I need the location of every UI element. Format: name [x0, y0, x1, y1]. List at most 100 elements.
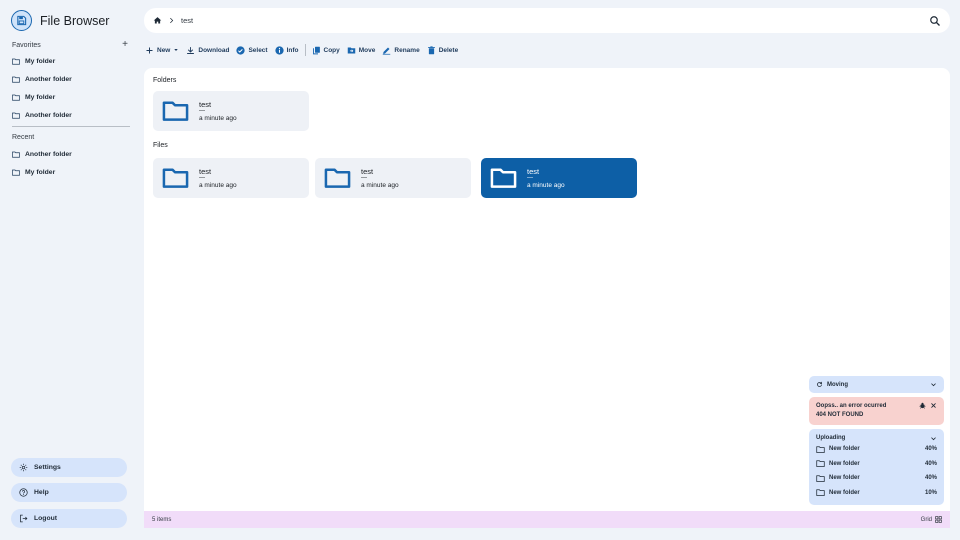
select-button[interactable]: Select — [236, 45, 268, 55]
gear-icon — [19, 463, 28, 472]
info-label: Info — [286, 46, 299, 54]
recent-item-label: Another folder — [25, 150, 72, 158]
top-bar: test — [144, 8, 950, 33]
folder-icon — [490, 168, 517, 188]
check-circle-icon — [236, 45, 246, 55]
settings-label: Settings — [34, 464, 61, 471]
move-button[interactable]: Move — [347, 46, 375, 55]
upload-progress: 40% — [924, 460, 937, 467]
files-heading: Files — [153, 142, 168, 149]
favorite-item-label: My folder — [25, 57, 56, 65]
favorite-item-label: Another folder — [25, 111, 72, 119]
error-message: 404 NOT FOUND — [816, 412, 864, 418]
chevron-right-icon — [170, 17, 174, 24]
home-icon[interactable] — [153, 16, 162, 25]
file-card[interactable]: test — a minute ago — [315, 158, 471, 198]
plus-icon — [146, 47, 153, 53]
view-mode-label: Grid — [920, 516, 932, 523]
logout-label: Logout — [34, 515, 58, 522]
action-toolbar: New Download Select Info Copy Move Renam… — [145, 44, 465, 56]
sidebar-divider — [12, 126, 130, 127]
favorite-item[interactable]: Another folder — [12, 70, 130, 88]
info-button[interactable]: Info — [274, 45, 299, 55]
folder-card[interactable]: test — a minute ago — [153, 91, 309, 131]
breadcrumb-current[interactable]: test — [181, 16, 193, 25]
file-browser-logo-icon — [11, 10, 32, 31]
folder-icon — [162, 101, 189, 121]
folder-outline-icon — [12, 58, 20, 65]
logout-icon — [20, 514, 28, 523]
folder-icon — [324, 168, 351, 188]
folder-outline-icon — [12, 169, 20, 176]
upload-progress: 10% — [924, 489, 937, 496]
select-label: Select — [248, 46, 268, 54]
favorite-item[interactable]: My folder — [12, 88, 130, 106]
copy-button[interactable]: Copy — [312, 46, 340, 55]
search-icon[interactable] — [929, 15, 941, 27]
file-card[interactable]: test — a minute ago — [153, 158, 309, 198]
item-modified: a minute ago — [199, 114, 237, 122]
recent-item[interactable]: Another folder — [12, 145, 130, 163]
caret-down-icon — [174, 49, 179, 51]
folder-icon — [162, 168, 189, 188]
item-modified: a minute ago — [199, 181, 237, 189]
upload-item: New folder 40% — [816, 457, 937, 472]
upload-item-name: New folder — [829, 475, 860, 482]
delete-label: Delete — [438, 46, 459, 54]
folder-outline-icon — [12, 94, 20, 101]
rename-label: Rename — [394, 46, 420, 54]
item-modified: a minute ago — [527, 181, 565, 189]
info-icon — [274, 45, 284, 55]
rename-button[interactable]: Rename — [382, 46, 420, 55]
favorite-item-label: My folder — [25, 93, 56, 101]
recent-item[interactable]: My folder — [12, 163, 130, 181]
add-favorite-plus-icon[interactable]: + — [122, 40, 128, 50]
pencil-icon — [383, 47, 391, 55]
close-icon[interactable] — [930, 402, 937, 409]
folder-outline-icon — [816, 446, 825, 453]
folder-outline-icon — [12, 76, 20, 83]
logout-button[interactable]: Logout — [11, 509, 127, 528]
brand[interactable]: File Browser — [11, 10, 109, 31]
sidebar: File Browser Favorites + My folder Anoth… — [0, 0, 140, 540]
breadcrumb: test — [153, 16, 193, 25]
delete-button[interactable]: Delete — [427, 45, 459, 55]
folder-outline-icon — [816, 460, 825, 468]
copy-label: Copy — [323, 46, 340, 54]
new-button[interactable]: New — [145, 46, 179, 55]
view-mode-toggle[interactable]: Grid — [921, 516, 942, 523]
chevron-down-icon[interactable] — [930, 435, 937, 442]
chevron-down-icon[interactable] — [930, 381, 937, 388]
toolbar-separator — [304, 44, 306, 56]
folder-outline-icon — [816, 475, 825, 482]
folders-heading: Folders — [153, 77, 177, 84]
refresh-icon — [817, 381, 822, 387]
help-label: Help — [34, 489, 49, 496]
file-card-selected[interactable]: test — a minute ago — [481, 158, 637, 198]
recent-header: Recent — [12, 134, 128, 141]
upload-item: New folder 40% — [816, 471, 937, 486]
favorite-item[interactable]: Another folder — [12, 106, 130, 124]
favorites-label: Favorites — [12, 41, 41, 49]
download-button[interactable]: Download — [186, 46, 229, 55]
settings-button[interactable]: Settings — [11, 458, 127, 477]
recent-label: Recent — [12, 134, 35, 141]
bug-icon[interactable] — [919, 402, 926, 409]
upload-item-name: New folder — [829, 446, 860, 453]
moving-panel[interactable]: Moving — [809, 376, 944, 393]
upload-progress: 40% — [924, 475, 937, 482]
app-title: File Browser — [40, 13, 110, 28]
new-label: New — [157, 46, 171, 54]
favorite-item-label: Another folder — [25, 75, 72, 83]
moving-label: Moving — [827, 381, 848, 388]
help-button[interactable]: Help — [11, 483, 127, 502]
item-count: 5 items — [152, 516, 172, 523]
help-circle-icon — [19, 488, 28, 497]
item-modified: a minute ago — [361, 181, 399, 189]
folder-outline-icon — [12, 112, 20, 119]
status-bar: 5 items Grid — [144, 511, 950, 528]
folder-outline-icon — [12, 151, 20, 158]
upload-panel: Uploading New folder 40% New folder 40% … — [809, 429, 944, 505]
recent-item-label: My folder — [25, 168, 56, 176]
favorite-item[interactable]: My folder — [12, 52, 130, 70]
